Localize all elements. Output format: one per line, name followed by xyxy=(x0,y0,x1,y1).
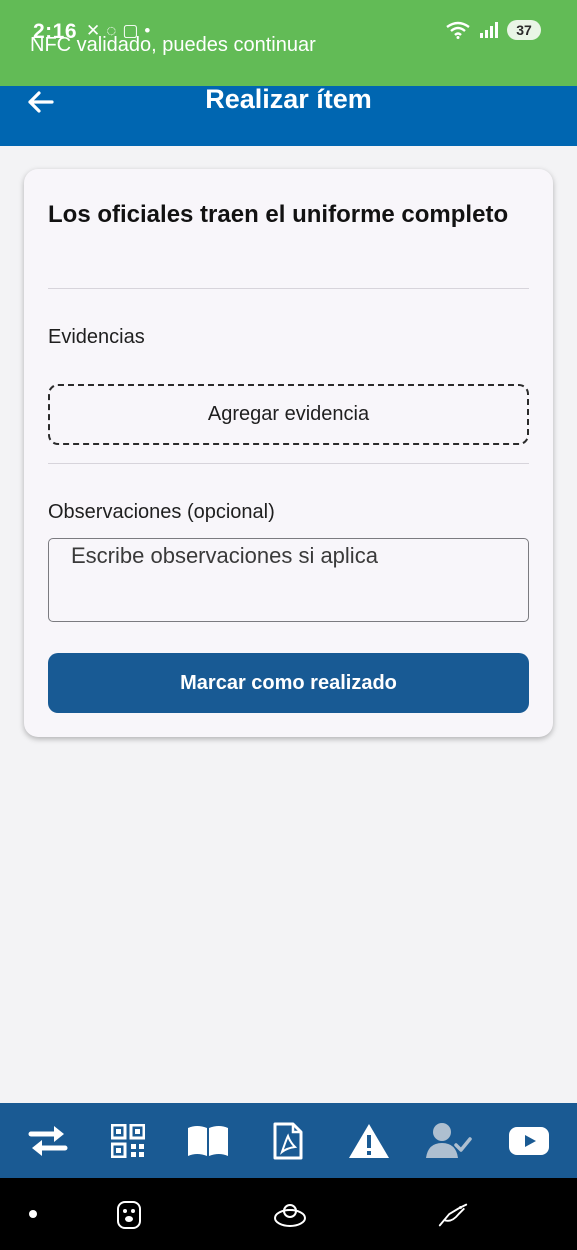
signal-icon xyxy=(480,22,498,38)
user-check-icon xyxy=(425,1122,472,1158)
swap-arrows-icon xyxy=(28,1125,68,1156)
app-bar: Realizar ítem xyxy=(0,84,577,146)
warning-icon xyxy=(348,1123,389,1158)
youtube-icon xyxy=(508,1126,549,1155)
nav-item-book[interactable] xyxy=(180,1113,236,1169)
system-back-button[interactable] xyxy=(436,1198,470,1232)
divider xyxy=(48,463,529,464)
bottom-nav xyxy=(0,1103,577,1178)
book-icon xyxy=(188,1125,229,1156)
system-home-button[interactable] xyxy=(273,1198,307,1232)
nav-item-qr[interactable] xyxy=(100,1113,156,1169)
arrow-left-icon xyxy=(28,91,54,113)
nav-item-user-check[interactable] xyxy=(421,1113,477,1169)
nav-item-alert[interactable] xyxy=(341,1113,397,1169)
wifi-icon xyxy=(446,21,470,39)
cat-icon xyxy=(438,1203,468,1227)
qr-code-icon xyxy=(111,1123,146,1158)
divider xyxy=(48,288,529,289)
nav-item-youtube[interactable] xyxy=(501,1113,557,1169)
battery-indicator: 37 xyxy=(507,20,541,40)
nav-item-pdf[interactable] xyxy=(260,1113,316,1169)
toast-message: NFC validado, puedes continuar xyxy=(30,34,316,56)
system-nav-bar xyxy=(0,1178,577,1250)
nav-item-swap[interactable] xyxy=(20,1113,76,1169)
observations-label: Observaciones (opcional) xyxy=(48,501,275,523)
nfc-toast: 2:16 ✕ ◌ ▢ • 37 NFC validado, puedes con… xyxy=(0,0,577,86)
item-title: Los oficiales traen el uniforme completo xyxy=(48,201,509,228)
add-evidence-button[interactable]: Agregar evidencia xyxy=(48,384,529,445)
cat-bowl-icon xyxy=(274,1204,306,1227)
nav-dot-icon[interactable] xyxy=(29,1210,37,1218)
observations-input[interactable] xyxy=(48,538,529,622)
paw-icon xyxy=(117,1201,141,1229)
back-button[interactable] xyxy=(22,84,58,120)
page-title: Realizar ítem xyxy=(205,84,372,114)
pdf-file-icon xyxy=(273,1122,303,1159)
mark-done-button[interactable]: Marcar como realizado xyxy=(48,653,529,713)
status-right: 37 xyxy=(445,20,541,40)
evidence-label: Evidencias xyxy=(48,326,145,348)
item-card: Los oficiales traen el uniforme completo… xyxy=(24,169,553,737)
system-paw-button[interactable] xyxy=(112,1198,146,1232)
